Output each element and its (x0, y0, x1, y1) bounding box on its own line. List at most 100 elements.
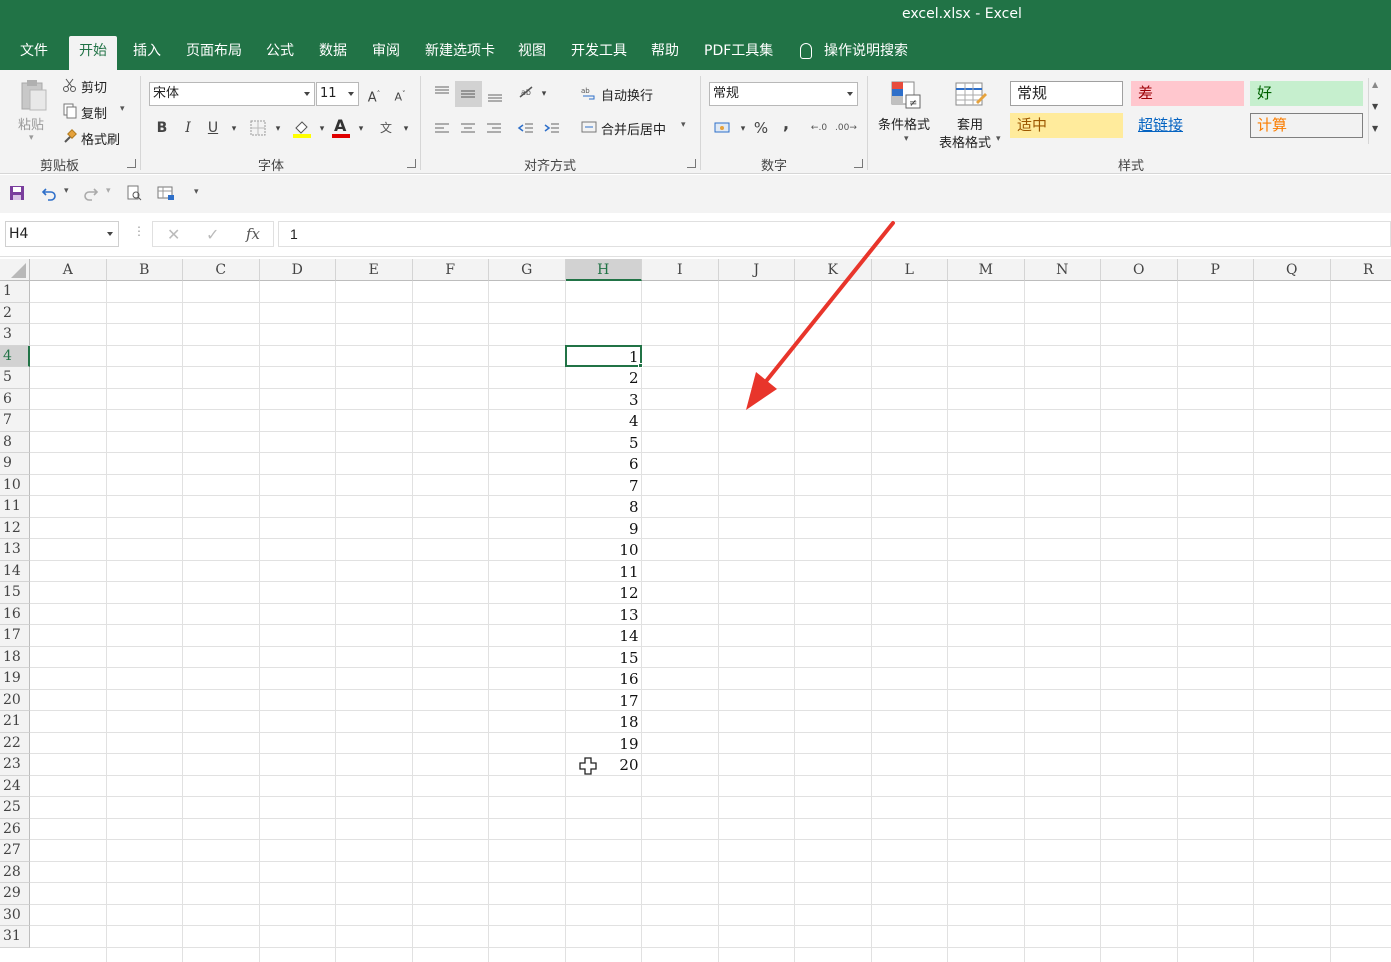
column-header-p[interactable]: P (1177, 259, 1254, 281)
row-header-11[interactable]: 11 (0, 496, 30, 518)
row-header-15[interactable]: 15 (0, 582, 30, 604)
increase-font-icon[interactable]: A˄ (364, 84, 384, 105)
row-header-18[interactable]: 18 (0, 646, 30, 668)
cell-h9[interactable]: 6 (566, 453, 642, 475)
tab-file[interactable]: 文件 (10, 36, 58, 70)
align-middle-button[interactable] (455, 81, 482, 107)
cell-h10[interactable]: 7 (566, 475, 642, 497)
row-header-14[interactable]: 14 (0, 560, 30, 582)
alignment-launcher-icon[interactable] (687, 159, 696, 168)
cell-h5[interactable]: 2 (566, 367, 642, 389)
tell-me-search[interactable]: 操作说明搜索 (800, 36, 908, 66)
row-header-19[interactable]: 19 (0, 668, 30, 690)
phonetic-dropdown-icon[interactable]: ▾ (396, 119, 416, 139)
redo-dropdown-icon[interactable]: ▾ (106, 186, 111, 196)
cell-h22[interactable]: 19 (566, 733, 642, 755)
row-header-21[interactable]: 21 (0, 711, 30, 733)
row-header-26[interactable]: 26 (0, 818, 30, 840)
column-header-f[interactable]: F (412, 259, 489, 281)
gallery-more-icon[interactable]: ▼ (1372, 124, 1378, 133)
column-header-m[interactable]: M (948, 259, 1025, 281)
border-dropdown-icon[interactable]: ▾ (268, 119, 288, 139)
row-header-23[interactable]: 23 (0, 754, 30, 776)
formula-input[interactable]: 1 (278, 221, 1391, 247)
cell-h17[interactable]: 14 (566, 625, 642, 647)
orientation-dropdown-icon[interactable]: ▾ (534, 84, 554, 104)
fill-color-dropdown-icon[interactable]: ▾ (312, 119, 332, 139)
phonetic-icon[interactable]: 文 (376, 118, 396, 138)
column-header-h[interactable]: H (565, 259, 642, 281)
cell-h21[interactable]: 18 (566, 711, 642, 733)
row-header-1[interactable]: 1 (0, 281, 30, 303)
column-header-q[interactable]: Q (1254, 259, 1331, 281)
row-header-13[interactable]: 13 (0, 539, 30, 561)
column-header-j[interactable]: J (718, 259, 795, 281)
cell-style-bad[interactable]: 差 (1131, 81, 1244, 106)
column-header-o[interactable]: O (1101, 259, 1178, 281)
bold-button[interactable]: B (152, 118, 172, 138)
clipboard-launcher-icon[interactable] (127, 159, 136, 168)
column-header-c[interactable]: C (183, 259, 260, 281)
cell-h14[interactable]: 11 (566, 561, 642, 583)
row-header-7[interactable]: 7 (0, 410, 30, 432)
column-header-g[interactable]: G (489, 259, 566, 281)
row-header-30[interactable]: 30 (0, 904, 30, 926)
undo-dropdown-icon[interactable]: ▾ (64, 186, 69, 196)
cell-h12[interactable]: 9 (566, 518, 642, 540)
worksheet-grid[interactable]: A B C D E F G H I J K L M N O P Q R 1 2 3 4 5 6 7 8 9 10 11 12 13 14 15 1… (0, 259, 1391, 962)
conditional-format-button[interactable]: ≠ 条件格式 ▾ (874, 78, 938, 154)
column-header-i[interactable]: I (642, 259, 719, 281)
decrease-font-icon[interactable]: A˅ (390, 84, 410, 104)
underline-button[interactable]: U (203, 118, 223, 138)
font-color-button[interactable]: A (331, 116, 351, 138)
cell-h16[interactable]: 13 (566, 604, 642, 626)
align-left-icon[interactable] (433, 121, 451, 137)
row-header-6[interactable]: 6 (0, 388, 30, 410)
row-header-29[interactable]: 29 (0, 883, 30, 905)
format-as-table-button[interactable]: 套用 表格格式 ▾ (938, 78, 1006, 154)
cell-h18[interactable]: 15 (566, 647, 642, 669)
row-header-2[interactable]: 2 (0, 302, 30, 324)
column-header-l[interactable]: L (871, 259, 948, 281)
cell-h11[interactable]: 8 (566, 496, 642, 518)
align-center-icon[interactable] (459, 121, 477, 137)
insert-function-icon[interactable]: fx (246, 225, 260, 243)
font-color-dropdown-icon[interactable]: ▾ (351, 119, 371, 139)
cell-h8[interactable]: 5 (566, 432, 642, 454)
save-icon[interactable] (9, 185, 25, 201)
row-header-31[interactable]: 31 (0, 926, 30, 948)
decrease-indent-icon[interactable] (517, 121, 535, 137)
border-icon[interactable] (250, 120, 266, 136)
accounting-format-icon[interactable] (714, 120, 732, 136)
cell-h13[interactable]: 10 (566, 539, 642, 561)
row-header-27[interactable]: 27 (0, 840, 30, 862)
tab-insert[interactable]: 插入 (123, 36, 171, 70)
row-header-5[interactable]: 5 (0, 367, 30, 389)
merge-center-button[interactable]: 合并后居中 ▾ (579, 116, 691, 138)
tab-help[interactable]: 帮助 (641, 36, 689, 70)
cell-h6[interactable]: 3 (566, 389, 642, 411)
format-painter-button[interactable]: 格式刷 (60, 128, 126, 148)
fill-color-icon[interactable] (292, 118, 312, 138)
tab-formulas[interactable]: 公式 (256, 36, 304, 70)
tab-pdf-tools[interactable]: PDF工具集 (694, 36, 783, 70)
row-header-10[interactable]: 10 (0, 474, 30, 496)
column-header-a[interactable]: A (30, 259, 107, 281)
column-header-r[interactable]: R (1330, 259, 1391, 281)
cell-h19[interactable]: 16 (566, 668, 642, 690)
wrap-text-button[interactable]: ab 自动换行 (579, 82, 663, 104)
cell-h20[interactable]: 17 (566, 690, 642, 712)
tab-data[interactable]: 数据 (309, 36, 357, 70)
row-header-16[interactable]: 16 (0, 603, 30, 625)
accounting-dropdown-icon[interactable]: ▾ (733, 119, 753, 139)
tab-home[interactable]: 开始 (69, 36, 117, 70)
italic-button[interactable]: I (178, 118, 198, 138)
underline-dropdown-icon[interactable]: ▾ (224, 119, 244, 139)
row-header-4[interactable]: 4 (0, 345, 30, 367)
column-header-b[interactable]: B (106, 259, 183, 281)
fill-handle[interactable] (638, 363, 643, 368)
row-header-24[interactable]: 24 (0, 775, 30, 797)
row-header-9[interactable]: 9 (0, 453, 30, 475)
font-name-select[interactable]: 宋体 (149, 82, 315, 106)
undo-icon[interactable] (41, 185, 57, 201)
